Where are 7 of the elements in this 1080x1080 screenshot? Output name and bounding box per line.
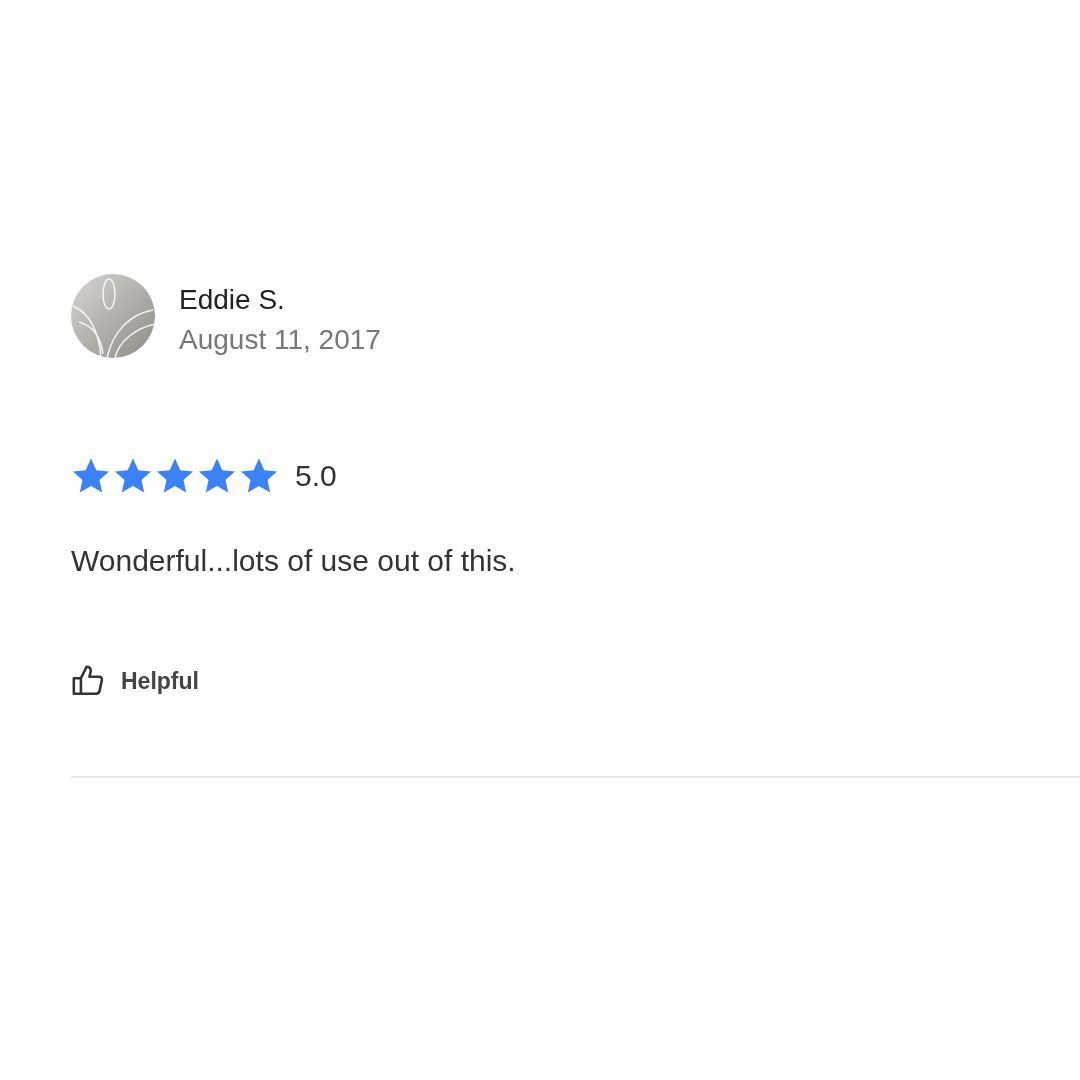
thumbs-up-icon [71, 664, 105, 698]
rating-value: 5.0 [295, 459, 337, 493]
avatar-icon [71, 274, 155, 358]
reviewer-name: Eddie S. [179, 284, 286, 316]
helpful-button[interactable]: Helpful [71, 664, 199, 698]
review-date: August 11, 2017 [179, 324, 381, 356]
review-text: Wonderful...lots of use out of this. [71, 544, 517, 578]
